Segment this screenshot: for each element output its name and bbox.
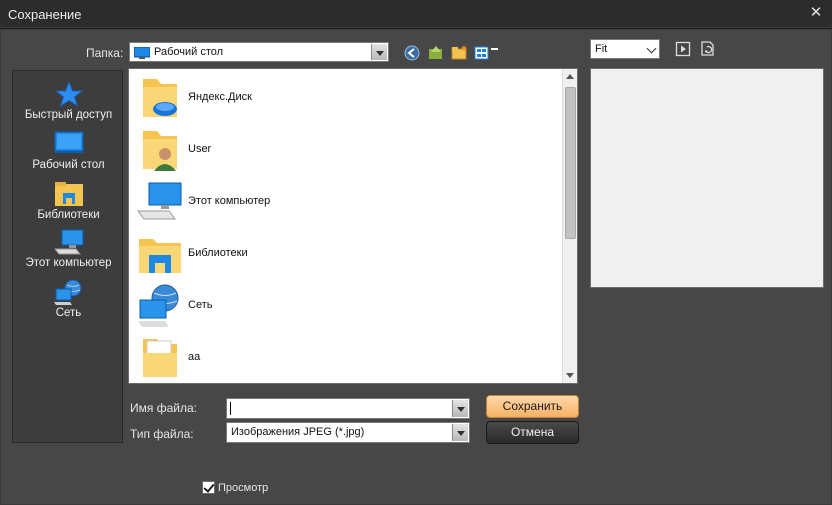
star-icon [54, 81, 83, 107]
view-menu-icon[interactable] [474, 44, 500, 62]
place-label: Сеть [55, 307, 82, 319]
scroll-down-icon[interactable] [563, 368, 577, 383]
close-icon[interactable]: ✕ [808, 5, 824, 21]
place-this-pc[interactable]: Этот компьютер [13, 229, 124, 269]
network-icon [53, 279, 81, 305]
filename-label: Имя файла: [130, 401, 197, 415]
scroll-thumb[interactable] [565, 87, 576, 239]
list-item[interactable]: Этот компьютер [137, 175, 557, 227]
cancel-button[interactable]: Отмена [486, 421, 579, 444]
scroll-up-icon[interactable] [563, 69, 577, 84]
folder-select[interactable]: Рабочий стол [129, 42, 389, 62]
folder-icon [143, 339, 177, 377]
chevron-down-icon[interactable] [452, 424, 468, 441]
cloud-folder-icon [143, 79, 177, 117]
place-desktop[interactable]: Рабочий стол [13, 131, 124, 171]
file-name: Библиотеки [188, 247, 248, 259]
filetype-select[interactable]: Изображения JPEG (*.jpg) [226, 422, 470, 443]
desktop-icon [54, 131, 83, 153]
back-icon[interactable] [403, 44, 421, 62]
places-bar: Быстрый доступ Рабочий стол Библиотеки Э… [12, 70, 123, 443]
file-name: Яндекс.Диск [188, 91, 252, 103]
preview-pane [590, 68, 824, 288]
file-list[interactable]: Яндекс.Диск User Этот компьютер Библиоте… [128, 68, 578, 384]
file-name: Сеть [188, 299, 213, 311]
place-label: Рабочий стол [32, 159, 105, 171]
folder-label: Папка: [86, 46, 124, 60]
play-icon[interactable] [675, 41, 691, 57]
file-name: Этот компьютер [188, 195, 271, 207]
place-quick-access[interactable]: Быстрый доступ [13, 81, 124, 121]
up-folder-icon[interactable] [427, 44, 445, 62]
list-item[interactable]: Яндекс.Диск [137, 71, 557, 123]
save-button[interactable]: Сохранить [486, 395, 579, 418]
list-item[interactable]: Библиотеки [137, 227, 557, 279]
list-item[interactable]: aa [137, 331, 557, 383]
zoom-value: Fit [595, 43, 608, 55]
desktop-icon [134, 47, 150, 59]
filetype-value: Изображения JPEG (*.jpg) [231, 426, 365, 438]
file-name: aa [188, 351, 201, 363]
folder-value: Рабочий стол [154, 46, 224, 58]
computer-icon [137, 182, 182, 220]
filetype-label: Тип файла: [130, 427, 194, 441]
place-label: Этот компьютер [25, 257, 112, 269]
new-folder-icon[interactable] [451, 44, 469, 62]
file-name: User [188, 143, 212, 155]
place-label: Быстрый доступ [24, 109, 113, 121]
place-libraries[interactable]: Библиотеки [13, 181, 124, 221]
save-dialog: Папка: Рабочий стол Быстрый доступ Рабоч… [0, 29, 832, 505]
user-folder-icon [143, 131, 177, 171]
list-item[interactable]: User [137, 123, 557, 175]
list-item[interactable]: Сеть [137, 279, 557, 331]
rotate-icon[interactable] [699, 40, 717, 58]
libraries-icon [54, 182, 83, 206]
place-label: Библиотеки [37, 209, 100, 221]
chevron-down-icon [646, 43, 657, 54]
network-icon [138, 284, 179, 327]
libraries-icon [139, 239, 181, 273]
text-caret [230, 402, 231, 415]
zoom-select[interactable]: Fit [590, 39, 660, 59]
chevron-down-icon[interactable] [452, 400, 468, 417]
computer-icon [53, 229, 83, 255]
window-title: Сохранение [8, 7, 82, 22]
place-network[interactable]: Сеть [13, 279, 124, 319]
preview-checkbox[interactable] [202, 481, 215, 494]
title-bar: Сохранение ✕ [0, 0, 832, 28]
chevron-down-icon[interactable] [371, 44, 387, 60]
scrollbar[interactable] [562, 69, 577, 383]
filename-input[interactable] [226, 398, 470, 419]
preview-checkbox-label: Просмотр [218, 482, 269, 494]
